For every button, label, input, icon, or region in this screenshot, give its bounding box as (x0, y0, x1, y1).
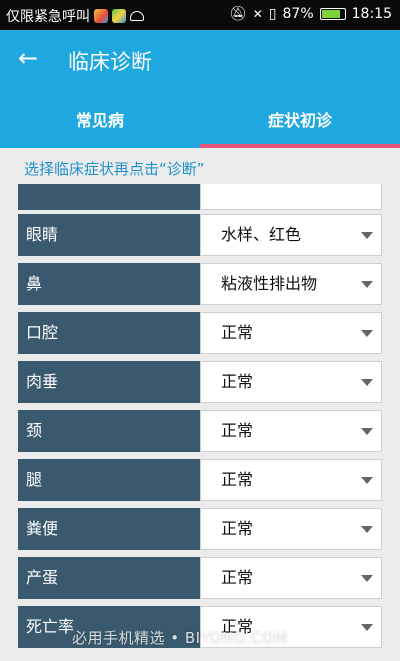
select-value: 正常 (221, 519, 254, 538)
symptom-row-legs: 腿 正常 (18, 459, 382, 501)
dropdown-arrow-icon (361, 232, 373, 239)
tab-symptom-diagnosis[interactable]: 症状初诊 (200, 90, 400, 148)
page-title: 临床诊断 (68, 50, 152, 74)
symptom-select[interactable]: 水样、红色 (200, 214, 382, 256)
select-value: 粘液性排出物 (221, 274, 318, 293)
app-notification-icon (94, 9, 108, 23)
symptom-select[interactable]: 粘液性排出物 (200, 263, 382, 305)
symptom-label: 肉垂 (18, 361, 200, 403)
symptom-row-feces: 粪便 正常 (18, 508, 382, 550)
tab-label: 症状初诊 (267, 111, 332, 130)
symptom-select[interactable] (200, 184, 382, 210)
back-arrow-icon[interactable]: ← (18, 46, 38, 70)
dropdown-arrow-icon (361, 428, 373, 435)
instruction-text: 选择临床症状再点击“诊断” (24, 160, 205, 178)
notification-text: 仅限紧急呼叫 (6, 9, 90, 25)
no-signal-icon: ✕ (252, 7, 263, 21)
select-value: 正常 (221, 568, 254, 587)
dropdown-arrow-icon (361, 526, 373, 533)
symptom-row-nose: 鼻 粘液性排出物 (18, 263, 382, 305)
symptom-label: 口腔 (18, 312, 200, 354)
symptom-list: 眼睛 水样、红色 鼻 粘液性排出物 口腔 正常 肉垂 正常 颈 正常 腿 正常 … (18, 184, 382, 661)
dropdown-arrow-icon (361, 379, 373, 386)
symptom-row-wattle: 肉垂 正常 (18, 361, 382, 403)
symptom-row-egg-laying: 产蛋 正常 (18, 557, 382, 599)
app-bar: ← 临床诊断 (0, 30, 400, 90)
symptom-select[interactable]: 正常 (200, 459, 382, 501)
symptom-select[interactable]: 正常 (200, 361, 382, 403)
dropdown-arrow-icon (361, 575, 373, 582)
tab-common-diseases[interactable]: 常见病 (0, 90, 200, 148)
select-value: 正常 (221, 421, 254, 440)
android-debug-icon (130, 11, 144, 21)
dropdown-arrow-icon (361, 330, 373, 337)
status-bar: 仅限紧急呼叫 🔕︎ ✕ ▯ 87% 18:15 (0, 0, 400, 30)
select-value: 正常 (221, 323, 254, 342)
select-value: 正常 (221, 372, 254, 391)
symptom-label: 粪便 (18, 508, 200, 550)
symptom-select[interactable]: 正常 (200, 312, 382, 354)
symptom-select[interactable]: 正常 (200, 508, 382, 550)
sim-icon: ▯ (268, 6, 277, 22)
watermark: 必用手机精选 • BIYONG.COM (72, 629, 288, 647)
tab-bar: 常见病 症状初诊 (0, 90, 400, 148)
symptom-label: 颈 (18, 410, 200, 452)
clock: 18:15 (351, 6, 392, 22)
symptom-label: 产蛋 (18, 557, 200, 599)
tab-label: 常见病 (75, 111, 124, 130)
battery-icon (319, 8, 346, 20)
symptom-row-mouth: 口腔 正常 (18, 312, 382, 354)
select-value: 正常 (221, 470, 254, 489)
mute-icon: 🔕︎ (228, 6, 247, 22)
select-value: 水样、红色 (221, 225, 302, 244)
dropdown-arrow-icon (361, 624, 373, 631)
app-notification-icon (112, 9, 126, 23)
dropdown-arrow-icon (361, 477, 373, 484)
symptom-label: 眼睛 (18, 214, 200, 256)
symptom-select[interactable]: 正常 (200, 410, 382, 452)
dropdown-arrow-icon (361, 281, 373, 288)
symptom-label (18, 184, 200, 210)
symptom-row-neck: 颈 正常 (18, 410, 382, 452)
symptom-label: 鼻 (18, 263, 200, 305)
symptom-select[interactable]: 正常 (200, 557, 382, 599)
symptom-row-partial (18, 184, 382, 210)
battery-percent: 87% (282, 6, 314, 22)
symptom-label: 腿 (18, 459, 200, 501)
symptom-row-eyes: 眼睛 水样、红色 (18, 214, 382, 256)
